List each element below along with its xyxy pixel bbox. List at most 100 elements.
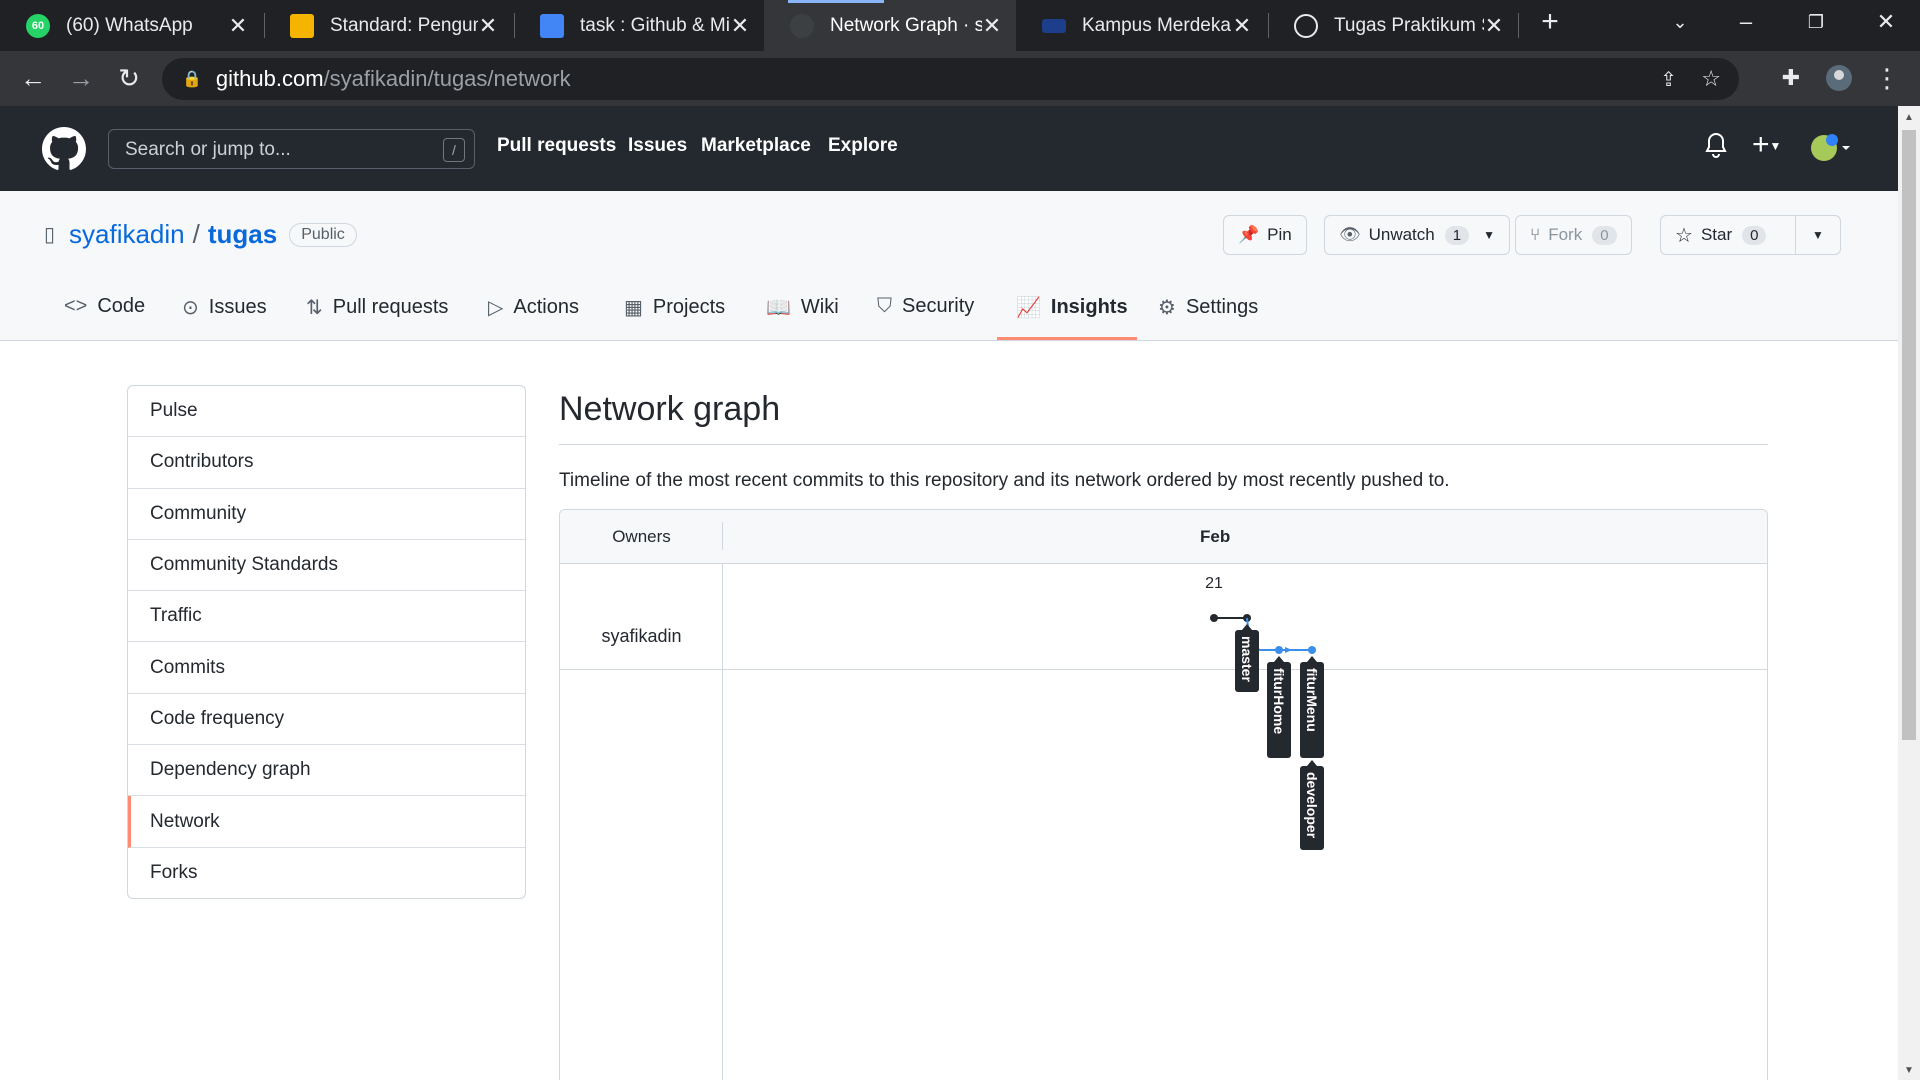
repo-owner-link[interactable]: syafikadin [69, 219, 185, 250]
fork-label: Fork [1548, 225, 1583, 244]
star-label: Star [1700, 225, 1733, 244]
commit-dot[interactable] [1210, 614, 1218, 622]
sidebar-item-community-standards[interactable]: Community Standards [128, 540, 525, 592]
tab-security[interactable]: ⛉ Security [877, 295, 974, 318]
unwatch-button[interactable]: 👁 Unwatch 1 ▼ [1324, 215, 1510, 255]
tab-wiki[interactable]: 📖 Wiki [766, 295, 839, 320]
profile-avatar[interactable] [1822, 61, 1856, 95]
scroll-up-icon[interactable]: ▲ [1898, 112, 1920, 123]
bookmark-star-icon[interactable]: ☆ [1701, 66, 1721, 92]
sidebar-item-pulse[interactable]: Pulse [128, 386, 525, 438]
tab-code[interactable]: <> Code [64, 295, 145, 318]
tab-label: Projects [652, 296, 726, 318]
branch-label-master[interactable]: master [1235, 624, 1259, 692]
owners-header: Owners [612, 527, 671, 546]
sidebar-item-traffic[interactable]: Traffic [128, 591, 525, 643]
repo-title: ▯ syafikadin / tugas Public [44, 219, 357, 250]
close-icon[interactable]: ✕ [730, 13, 750, 39]
svg-text:developer: developer [1304, 772, 1320, 839]
share-icon[interactable]: ⇪ [1660, 67, 1677, 92]
repo-name-link[interactable]: tugas [208, 219, 277, 250]
tab-search-icon[interactable]: ⌄ [1650, 0, 1710, 44]
tab-title: task : Github & Mir [580, 14, 730, 36]
close-icon[interactable]: ✕ [478, 13, 498, 39]
create-new-icon[interactable]: +▼ [1752, 128, 1781, 162]
sidebar-item-contributors[interactable]: Contributors [128, 437, 525, 489]
new-tab-button[interactable]: + [1520, 0, 1580, 44]
user-avatar[interactable] [1808, 132, 1852, 171]
month-label: Feb [1200, 527, 1231, 546]
divider [722, 522, 723, 550]
tab-label: Security [902, 295, 975, 317]
github-icon [790, 13, 814, 38]
nav-pull-requests[interactable]: Pull requests [497, 135, 616, 157]
address-bar[interactable]: 🔒 github.com/syafikadin/tugas/network ⇪ … [162, 58, 1739, 100]
nav-explore[interactable]: Explore [828, 135, 898, 157]
search-placeholder: Search or jump to... [125, 139, 291, 160]
insights-sidebar: Pulse Contributors Community Community S… [127, 385, 526, 899]
browser-menu-icon[interactable]: ⋮ [1870, 61, 1904, 95]
page-description: Timeline of the most recent commits to t… [559, 470, 1450, 491]
branch-label-developer[interactable]: developer [1300, 760, 1324, 850]
sidebar-item-community[interactable]: Community [128, 489, 525, 540]
chevron-down-icon: ▼ [1483, 228, 1495, 242]
browser-tab-tugas-praktikum[interactable]: Tugas Praktikum Se ✕ [1268, 0, 1518, 51]
browser-tab-slides[interactable]: Standard: Pengump ✕ [264, 0, 512, 51]
scroll-down-icon[interactable]: ▼ [1898, 1065, 1920, 1076]
browser-tab-whatsapp[interactable]: 60 (60) WhatsApp ✕ [0, 0, 262, 51]
sidebar-item-code-frequency[interactable]: Code frequency [128, 694, 525, 746]
close-icon[interactable]: ✕ [982, 13, 1002, 39]
sidebar-item-forks[interactable]: Forks [128, 848, 525, 898]
search-shortcut-key: / [443, 138, 465, 162]
network-graph[interactable]: Owners Feb syafikadin 21 master fiturHom… [559, 509, 1768, 1080]
repo-title-separator: / [192, 219, 200, 249]
tab-separator [1518, 13, 1519, 38]
restore-button[interactable]: ❐ [1786, 0, 1846, 44]
tab-title: Kampus Merdeka [1082, 14, 1231, 36]
star-button[interactable]: ☆ Star 0 [1660, 215, 1796, 255]
sidebar-item-dependency-graph[interactable]: Dependency graph [128, 745, 525, 797]
close-icon[interactable]: ✕ [1232, 13, 1252, 39]
tab-projects[interactable]: ▦ Projects [624, 295, 725, 320]
nav-issues[interactable]: Issues [628, 135, 687, 157]
nav-marketplace[interactable]: Marketplace [701, 135, 811, 157]
browser-tab-network-graph[interactable]: Network Graph · sy ✕ [764, 0, 1016, 51]
scrollbar-thumb[interactable] [1902, 130, 1916, 740]
back-icon[interactable]: ← [16, 61, 50, 95]
close-icon[interactable]: ✕ [228, 13, 248, 39]
github-header: Search or jump to... / Pull requests Iss… [0, 106, 1898, 191]
star-dropdown-button[interactable]: ▼ [1795, 215, 1841, 255]
close-window-button[interactable]: ✕ [1856, 0, 1916, 44]
github-logo-icon[interactable] [42, 127, 86, 171]
commit-dot[interactable] [1308, 646, 1316, 654]
tab-settings[interactable]: ⚙ Settings [1158, 295, 1258, 320]
pin-label: Pin [1267, 225, 1292, 244]
tab-actions[interactable]: ▷ Actions [488, 295, 579, 320]
watch-count: 1 [1444, 225, 1470, 245]
browser-tab-kampus-merdeka[interactable]: Kampus Merdeka ✕ [1016, 0, 1266, 51]
branch-label-fiturhome[interactable]: fiturHome [1267, 656, 1291, 758]
graph-header: Owners Feb [560, 510, 1767, 564]
browser-tab-docs[interactable]: task : Github & Mir ✕ [514, 0, 764, 51]
commit-graph-canvas: 21 master fiturHome fiturMenu developer [1205, 575, 1324, 850]
tab-title: (60) WhatsApp [66, 14, 193, 36]
close-icon[interactable]: ✕ [1484, 13, 1504, 39]
commit-dot[interactable] [1275, 646, 1283, 654]
minimize-button[interactable]: – [1716, 0, 1776, 44]
reload-icon[interactable]: ↻ [112, 61, 146, 95]
extensions-icon[interactable]: ✚ [1774, 61, 1808, 95]
branch-label-fiturmenu[interactable]: fiturMenu [1300, 656, 1324, 758]
tab-insights[interactable]: 📈 Insights [1016, 295, 1128, 320]
sidebar-item-commits[interactable]: Commits [128, 642, 525, 694]
forward-icon[interactable]: → [64, 61, 98, 95]
fork-button[interactable]: ⑂ Fork 0 [1515, 215, 1632, 255]
url-host: github.com [215, 66, 324, 91]
tab-issues[interactable]: ⊙ Issues [182, 295, 267, 320]
sidebar-item-network[interactable]: Network [128, 796, 525, 848]
notifications-bell-icon[interactable] [1704, 132, 1728, 165]
search-input[interactable]: Search or jump to... / [108, 129, 475, 169]
pin-button[interactable]: 📌 Pin [1223, 215, 1307, 255]
tab-pull-requests[interactable]: ⇅ Pull requests [306, 295, 448, 320]
page-scrollbar[interactable]: ▲ ▼ [1898, 106, 1920, 1080]
svg-text:master: master [1239, 636, 1255, 682]
